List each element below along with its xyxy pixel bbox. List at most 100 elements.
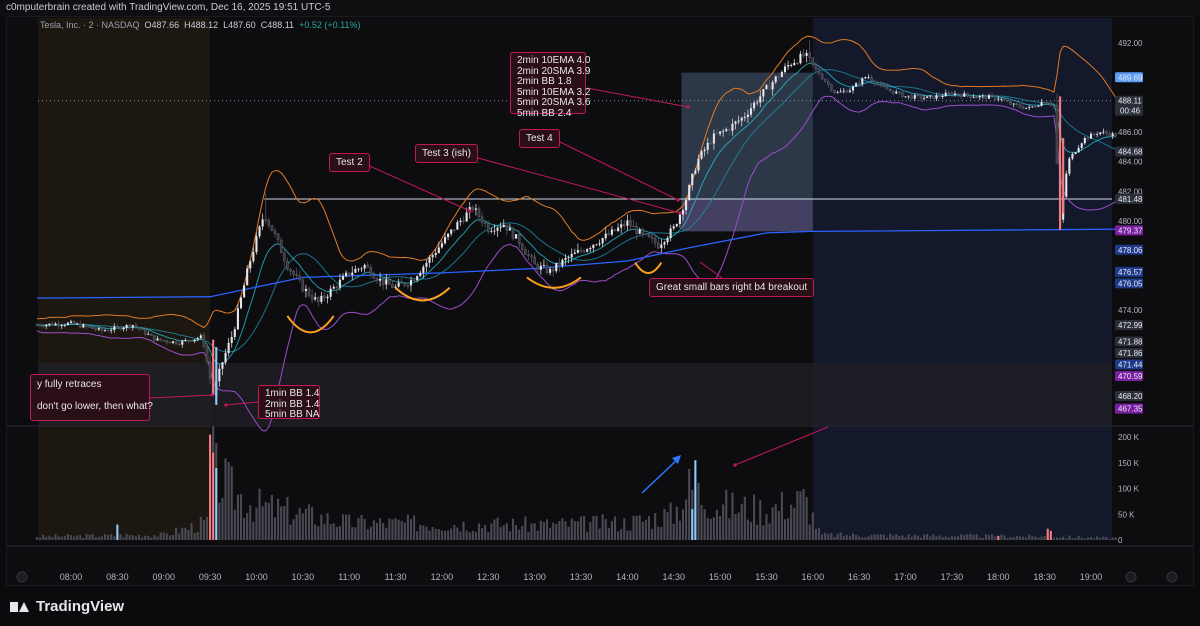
candle-body <box>505 224 509 231</box>
candle-body <box>555 263 558 272</box>
test2-annotation[interactable]: Test 2 <box>329 153 370 172</box>
log-scale-icon[interactable] <box>1166 571 1178 583</box>
annotation-text: Test 4 <box>526 133 553 144</box>
candle-body <box>811 57 815 65</box>
volume-bar <box>326 513 329 540</box>
candle-body <box>363 264 366 269</box>
volume-bar <box>975 534 978 540</box>
volume-bar <box>1059 537 1062 540</box>
candle-body <box>613 229 617 232</box>
candle-body <box>131 325 134 328</box>
candle-body <box>332 286 335 289</box>
retrace-annotation[interactable]: y fully retraces don't go lower, then wh… <box>30 374 153 421</box>
auto-scale-icon[interactable] <box>1125 571 1137 583</box>
volume-bar <box>953 536 957 540</box>
volume-bar <box>858 536 861 540</box>
candle-body <box>901 91 904 98</box>
candle-body <box>923 97 926 99</box>
candle-body <box>1111 133 1114 137</box>
price-level-label: 472.99 <box>1118 321 1143 330</box>
candle-body <box>746 114 749 117</box>
volume-bar <box>700 504 703 540</box>
candle-body <box>236 308 239 330</box>
volume-bar <box>598 528 601 540</box>
candle-body <box>440 243 443 248</box>
candle-body <box>993 95 997 100</box>
volume-bar <box>663 509 666 540</box>
test3-annotation[interactable]: Test 3 (ish) <box>415 144 478 163</box>
candle-body <box>385 279 388 285</box>
candle-body <box>963 93 966 97</box>
candle-body <box>1065 173 1068 197</box>
volume-bar <box>916 535 919 540</box>
candle-body <box>1114 133 1117 137</box>
small-bars-annotation[interactable]: Great small bars right b4 breakout <box>649 278 815 297</box>
candle-body <box>573 252 576 254</box>
test4-annotation[interactable]: Test 4 <box>519 129 560 148</box>
volume-bar <box>703 508 706 540</box>
time-axis-label: 18:00 <box>987 572 1010 582</box>
candle-body <box>165 340 169 343</box>
volume-bar <box>1055 537 1059 540</box>
candle-body <box>511 227 515 239</box>
candle-body <box>372 275 376 279</box>
candle-body <box>666 238 669 243</box>
volume-bar <box>286 497 289 540</box>
pointer-dot <box>678 211 682 215</box>
candle-body <box>697 158 700 171</box>
volume-bar <box>947 537 950 540</box>
volume-bar <box>100 536 103 540</box>
price-axis-label: 484.00 <box>1118 158 1143 167</box>
volume-bar <box>610 521 613 540</box>
candle-body <box>360 268 363 270</box>
candle-body <box>725 129 728 132</box>
candle-body <box>205 346 209 362</box>
tradingview-logo[interactable]: TradingView <box>10 598 124 615</box>
candle-body <box>1068 158 1071 174</box>
volume-highlight-bar <box>997 535 1000 540</box>
volume-bar <box>923 534 926 540</box>
price-countdown-label: 00:46 <box>1120 107 1141 116</box>
candle-body <box>1037 105 1040 107</box>
volume-bar <box>749 522 753 540</box>
candle-body <box>932 95 935 99</box>
chart-canvas[interactable]: 492.00486.00484.00482.00480.00474.00200 … <box>0 0 1200 588</box>
candle-body <box>570 253 573 258</box>
volume-bar <box>592 516 595 540</box>
volume-bar <box>246 513 249 540</box>
volume-bar <box>885 537 889 540</box>
candle-body <box>246 268 249 286</box>
candle-body <box>598 243 601 245</box>
candle-body <box>310 295 314 300</box>
volume-bar <box>879 534 882 540</box>
candle-body <box>558 262 561 267</box>
indicator-annotation-box[interactable]: 2min 10EMA 4.0 2min 20SMA 3.9 2min BB 1.… <box>510 52 590 118</box>
candle-body <box>1080 143 1083 148</box>
volume-bar <box>638 515 641 540</box>
volume-bar <box>799 491 802 540</box>
volume-bar <box>836 533 839 540</box>
volume-bar <box>493 519 496 540</box>
candle-body <box>264 219 267 221</box>
candle-body <box>783 66 787 73</box>
volume-bar <box>505 523 508 540</box>
volume-bar <box>134 536 137 540</box>
volume-bar <box>193 533 196 540</box>
volume-bar <box>465 530 468 540</box>
candle-body <box>919 95 923 99</box>
zoom-control-icon[interactable] <box>16 571 28 583</box>
volume-bar <box>184 527 187 540</box>
volume-bar <box>542 522 545 540</box>
volume-bar <box>549 527 552 540</box>
volume-bar <box>428 530 431 540</box>
volume-bar <box>107 534 110 540</box>
volume-bar <box>746 519 749 540</box>
bb-annotation-box[interactable]: 1min BB 1.4 2min BB 1.4 5min BB NA <box>258 385 320 420</box>
pattern-arc <box>286 315 335 334</box>
candle-body <box>499 226 502 228</box>
price-level-label: 471.44 <box>1118 360 1143 369</box>
volume-bar <box>431 526 434 540</box>
candle-body <box>845 90 849 93</box>
volume-bar <box>311 507 314 540</box>
volume-bar <box>317 526 320 540</box>
